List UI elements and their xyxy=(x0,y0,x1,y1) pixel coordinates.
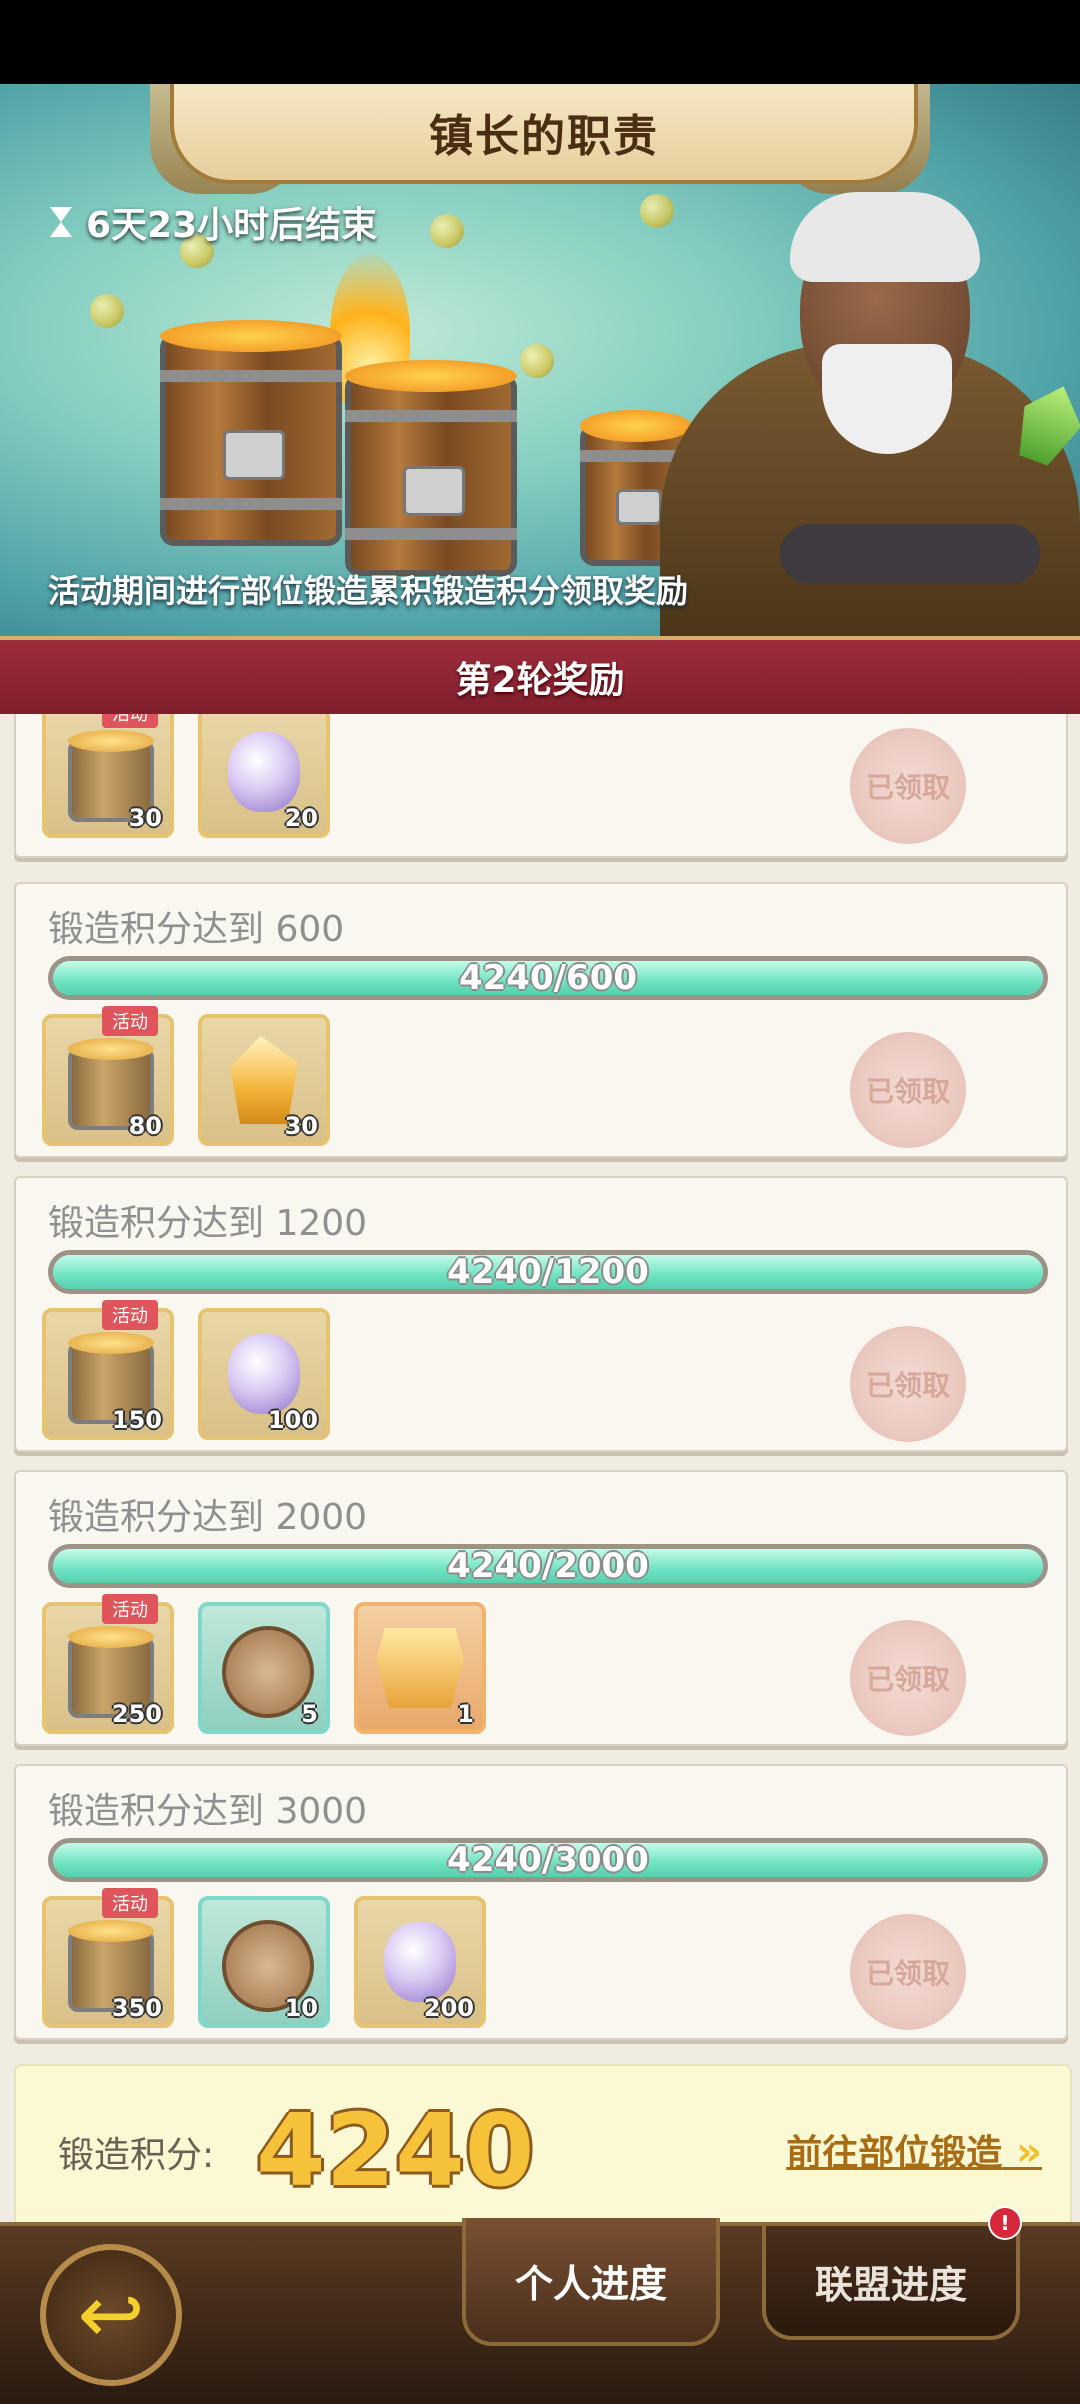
coin-decoration xyxy=(90,294,124,328)
notification-badge: ! xyxy=(988,2206,1022,2240)
claimed-stamp: 已领取 xyxy=(850,1032,966,1148)
event-banner: 镇长的职责 6天23小时后结束 活动期间进行部位锻造累积锻造积分领取奖励 xyxy=(0,84,1080,636)
golden-chest-icon xyxy=(376,1628,464,1708)
reward-item[interactable]: 10 xyxy=(198,1896,330,2028)
reward-count: 250 xyxy=(111,1700,162,1728)
claimed-stamp: 已领取 xyxy=(850,1620,966,1736)
event-timer: 6天23小时后结束 xyxy=(50,196,377,248)
milestone-card: 活动 30 20 已领取 xyxy=(14,714,1068,858)
tankard-icon xyxy=(160,320,342,546)
reward-row: 活动 80 30 xyxy=(42,1006,330,1146)
milestone-card: 锻造积分达到 1200 4240/1200 活动 150 100 已领取 xyxy=(14,1176,1068,1452)
event-title: 镇长的职责 xyxy=(170,84,918,184)
timer-text: 6天23小时后结束 xyxy=(86,205,378,246)
reward-item[interactable]: 活动 80 xyxy=(42,1006,174,1146)
bottom-nav: ↩ 个人进度 联盟进度 ! xyxy=(0,2206,1080,2404)
reward-count: 20 xyxy=(284,804,318,832)
reward-row: 活动 350 10 200 xyxy=(42,1888,486,2028)
reward-count: 30 xyxy=(284,1112,318,1140)
status-bar xyxy=(0,0,1080,84)
milestone-card: 锻造积分达到 600 4240/600 活动 80 30 已领取 xyxy=(14,882,1068,1158)
score-value: 4240 xyxy=(256,2092,535,2209)
milestone-card: 锻造积分达到 3000 4240/3000 活动 350 10 200 已领取 xyxy=(14,1764,1068,2040)
progress-text: 4240/1200 xyxy=(447,1252,649,1292)
back-arrow-icon: ↩ xyxy=(77,2268,145,2361)
progress-bar: 4240/3000 xyxy=(48,1838,1048,1882)
reward-count: 350 xyxy=(111,1994,162,2022)
claimed-stamp: 已领取 xyxy=(850,1914,966,2030)
claimed-stamp: 已领取 xyxy=(850,728,966,844)
reward-count: 10 xyxy=(284,1994,318,2022)
reward-item[interactable]: 活动 150 xyxy=(42,1300,174,1440)
progress-text: 4240/3000 xyxy=(447,1840,649,1880)
reward-item[interactable]: 活动 30 xyxy=(42,714,174,838)
milestone-title: 锻造积分达到 2000 xyxy=(48,1497,368,1538)
tab-alliance-progress[interactable]: 联盟进度 ! xyxy=(762,2206,1022,2340)
progress-bar: 4240/1200 xyxy=(48,1250,1048,1294)
reward-item[interactable]: 30 xyxy=(198,1014,330,1146)
mayor-character xyxy=(660,174,1080,636)
back-button[interactable]: ↩ xyxy=(40,2244,182,2386)
milestone-title: 锻造积分达到 600 xyxy=(48,909,345,950)
reward-row: 活动 150 100 xyxy=(42,1300,330,1440)
reward-count: 30 xyxy=(128,804,162,832)
milestone-card: 锻造积分达到 2000 4240/2000 活动 250 5 1 已领取 xyxy=(14,1470,1068,1746)
round-header: 第2轮奖励 xyxy=(0,636,1080,718)
tab-label: 联盟进度 xyxy=(814,2262,967,2307)
progress-text: 4240/600 xyxy=(458,958,638,998)
progress-bar: 4240/600 xyxy=(48,956,1048,1000)
goto-forge-link[interactable]: 前往部位锻造 » xyxy=(786,2124,1042,2176)
score-label: 锻造积分: xyxy=(58,2135,215,2176)
event-tag: 活动 xyxy=(102,1594,158,1624)
event-description: 活动期间进行部位锻造累积锻造积分领取奖励 xyxy=(48,572,689,610)
event-tag: 活动 xyxy=(102,1006,158,1036)
progress-bar: 4240/2000 xyxy=(48,1544,1048,1588)
reward-count: 1 xyxy=(457,1700,474,1728)
purple-orb-icon xyxy=(384,1922,456,2002)
event-tag: 活动 xyxy=(102,714,158,728)
event-tag: 活动 xyxy=(102,1888,158,1918)
reward-count: 5 xyxy=(301,1700,318,1728)
reward-item[interactable]: 200 xyxy=(354,1896,486,2028)
reward-item[interactable]: 5 xyxy=(198,1602,330,1734)
reward-count: 100 xyxy=(267,1406,318,1434)
reward-item[interactable]: 活动 250 xyxy=(42,1594,174,1734)
reward-count: 80 xyxy=(128,1112,162,1140)
double-chevron-right-icon: » xyxy=(1002,2129,1042,2175)
reward-row: 活动 30 20 xyxy=(42,714,330,838)
reward-item[interactable]: 20 xyxy=(198,714,330,838)
reward-item[interactable]: 100 xyxy=(198,1308,330,1440)
milestone-title: 锻造积分达到 1200 xyxy=(48,1203,368,1244)
reward-count: 150 xyxy=(111,1406,162,1434)
event-tag: 活动 xyxy=(102,1300,158,1330)
reward-item[interactable]: 活动 350 xyxy=(42,1888,174,2028)
hourglass-icon xyxy=(50,207,72,237)
amber-crystal-icon xyxy=(230,1036,298,1124)
reward-item[interactable]: 1 xyxy=(354,1602,486,1734)
goto-forge-label: 前往部位锻造 xyxy=(786,2133,1003,2174)
progress-text: 4240/2000 xyxy=(447,1546,649,1586)
tankard-icon xyxy=(345,360,517,576)
tab-label: 个人进度 xyxy=(514,2261,667,2306)
tab-personal-progress[interactable]: 个人进度 xyxy=(462,2218,720,2346)
purple-orb-icon xyxy=(228,732,300,812)
purple-orb-icon xyxy=(228,1334,300,1414)
reward-row: 活动 250 5 1 xyxy=(42,1594,486,1734)
coin-decoration xyxy=(520,344,554,378)
coin-decoration xyxy=(430,214,464,248)
milestone-list[interactable]: 活动 30 20 已领取 锻造积分达到 600 4240/600 活动 80 30 已领取 锻造… xyxy=(0,714,1080,2224)
claimed-stamp: 已领取 xyxy=(850,1326,966,1442)
reward-count: 200 xyxy=(423,1994,474,2022)
milestone-title: 锻造积分达到 3000 xyxy=(48,1791,368,1832)
